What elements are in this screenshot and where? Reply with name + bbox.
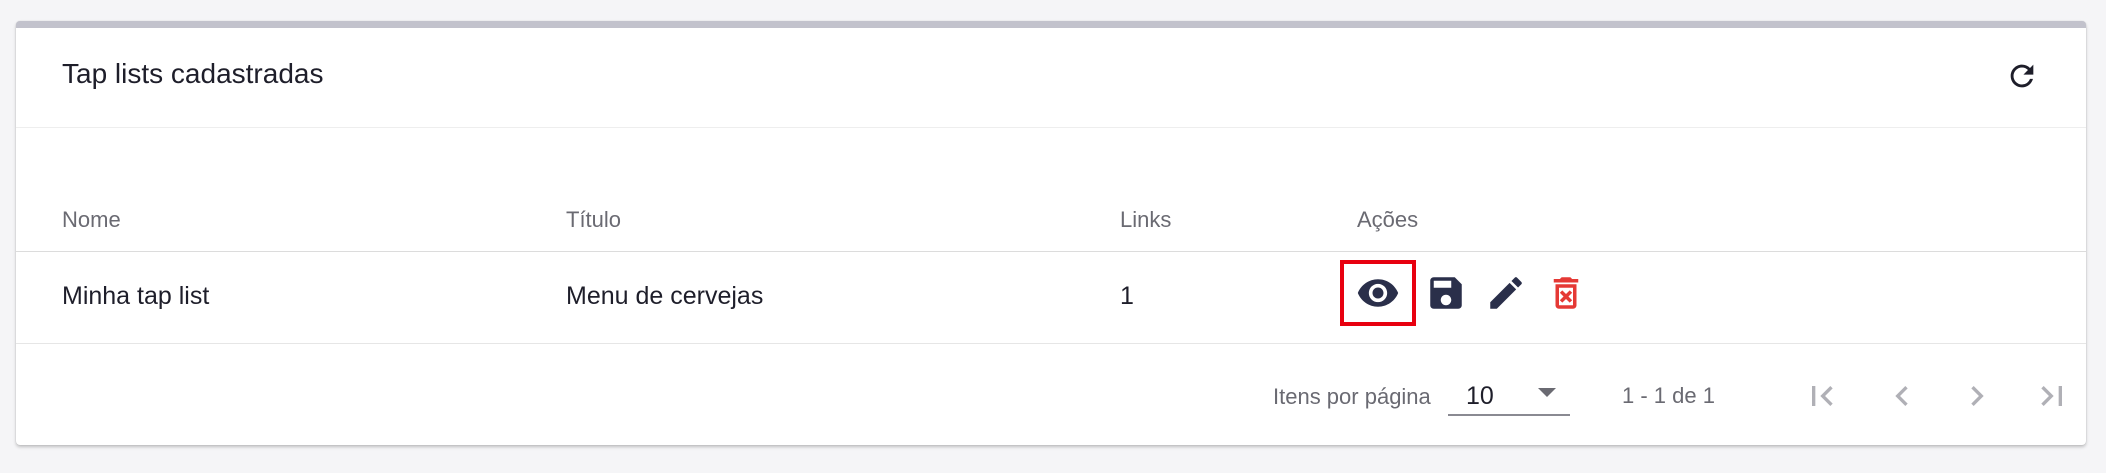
column-header-nome[interactable]: Nome: [62, 207, 121, 233]
paginator: Itens por página 10 1 - 1 de 1: [16, 344, 2086, 452]
card-title: Tap lists cadastradas: [62, 58, 324, 89]
save-button[interactable]: [1416, 263, 1476, 323]
table-header-row: Nome Título Links Ações: [16, 128, 2086, 252]
items-per-page-label: Itens por página: [1273, 384, 1431, 409]
chevron-left-icon: [1895, 386, 1908, 406]
card-header: Tap lists cadastradas: [16, 28, 2086, 128]
delete-button[interactable]: [1536, 263, 1596, 323]
cell-titulo: Menu de cervejas: [566, 282, 764, 310]
table-row: Minha tap list Menu de cervejas 1: [16, 252, 2086, 344]
last-page-button[interactable]: [2024, 368, 2080, 424]
refresh-icon: [2010, 64, 2034, 88]
trash-icon: [1553, 277, 1579, 309]
save-icon: [1430, 277, 1462, 309]
chevron-right-icon: [1971, 386, 1984, 406]
refresh-button[interactable]: [2002, 56, 2042, 96]
cell-nome: Minha tap list: [62, 282, 210, 310]
column-header-links[interactable]: Links: [1120, 207, 1171, 233]
cell-links: 1: [1120, 282, 1134, 310]
column-header-acoes: Ações: [1357, 207, 1419, 232]
tap-lists-card: Tap lists cadastradas Nome Título Links …: [16, 21, 2086, 445]
edit-button[interactable]: [1476, 263, 1536, 323]
first-page-icon: [1812, 386, 1833, 406]
row-actions: [1340, 260, 1596, 326]
column-header-titulo[interactable]: Título: [566, 207, 621, 233]
pencil-icon: [1490, 277, 1522, 309]
chevron-down-icon: [1538, 388, 1556, 397]
eye-icon: [1357, 279, 1399, 307]
first-page-button[interactable]: [1794, 368, 1850, 424]
previous-page-button[interactable]: [1874, 368, 1930, 424]
last-page-icon: [2041, 386, 2062, 406]
page-range-label: 1 - 1 de 1: [1622, 383, 1715, 408]
view-button[interactable]: [1340, 260, 1416, 326]
items-per-page-select[interactable]: 10: [1448, 370, 1570, 416]
items-per-page-value: 10: [1466, 382, 1494, 410]
next-page-button[interactable]: [1949, 368, 2005, 424]
